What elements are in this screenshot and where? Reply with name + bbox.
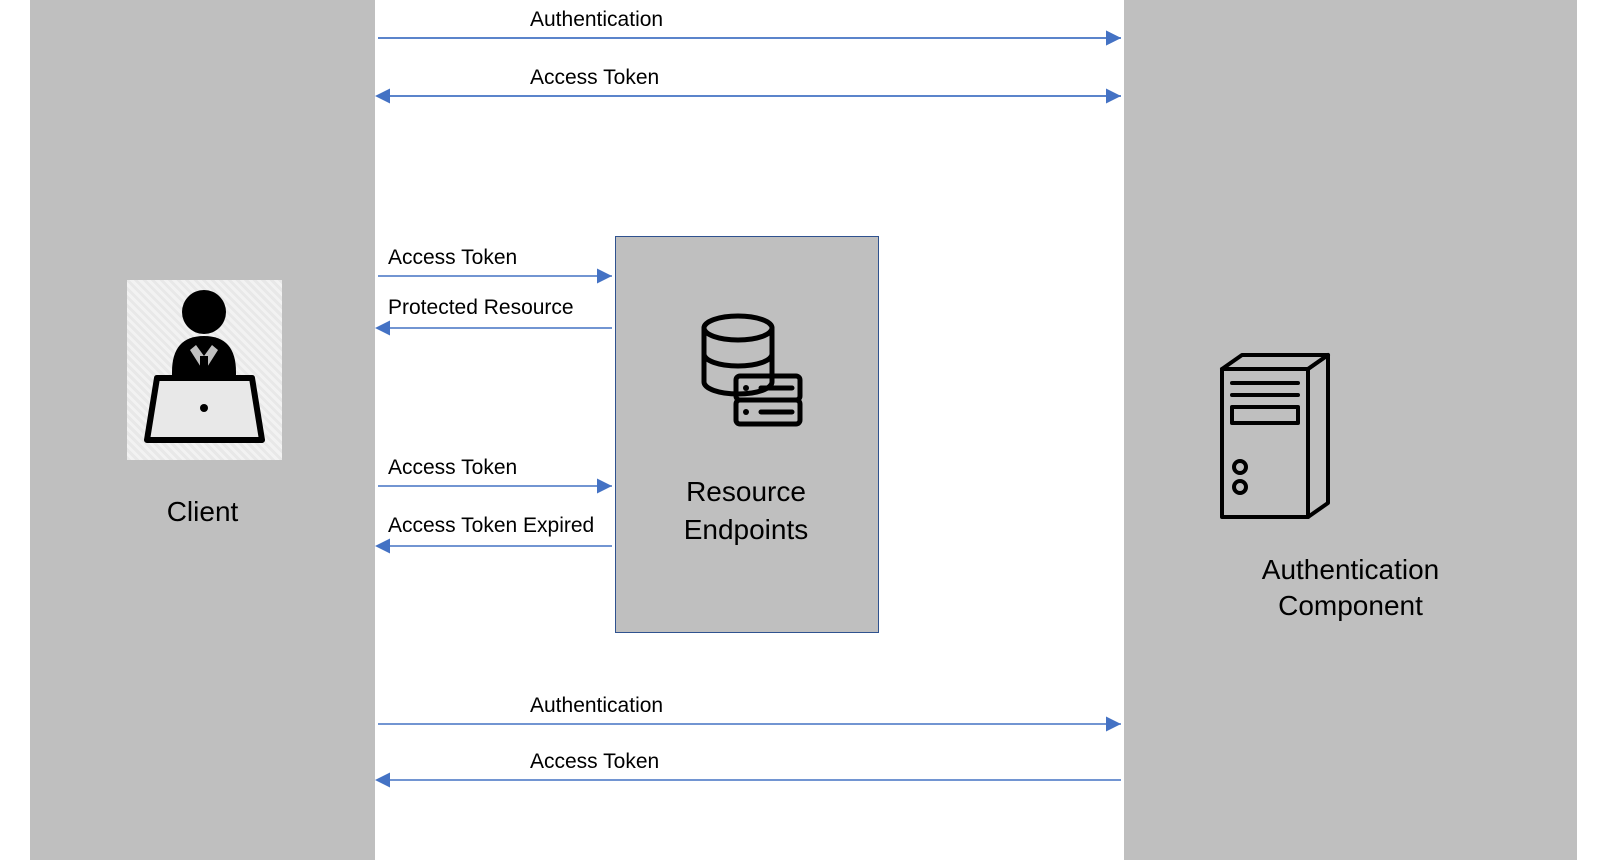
diagram-canvas: Client Authentication Component (0, 0, 1609, 860)
arrow-label-top-auth: Authentication (530, 8, 663, 32)
resource-label-line2: Endpoints (684, 514, 809, 545)
database-server-icon (686, 310, 806, 430)
resource-endpoints-box (615, 236, 879, 633)
arrow-label-mid2-resp: Access Token Expired (388, 514, 594, 538)
arrow-label-mid1-resp: Protected Resource (388, 296, 574, 320)
auth-component-label: Authentication Component (1124, 552, 1577, 625)
arrow-label-top-token: Access Token (530, 66, 659, 90)
auth-label-line2: Component (1278, 590, 1423, 621)
client-icon (127, 280, 282, 460)
resource-label-line1: Resource (686, 476, 806, 507)
auth-component-panel (1124, 0, 1577, 860)
auth-label-line1: Authentication (1262, 554, 1439, 585)
resource-endpoints-label: Resource Endpoints (615, 473, 877, 549)
arrow-label-mid2-req: Access Token (388, 456, 517, 480)
server-icon (1212, 347, 1342, 527)
arrow-label-mid1-req: Access Token (388, 246, 517, 270)
arrow-label-bottom-auth: Authentication (530, 694, 663, 718)
client-label: Client (30, 496, 375, 528)
arrow-label-bottom-token: Access Token (530, 750, 659, 774)
